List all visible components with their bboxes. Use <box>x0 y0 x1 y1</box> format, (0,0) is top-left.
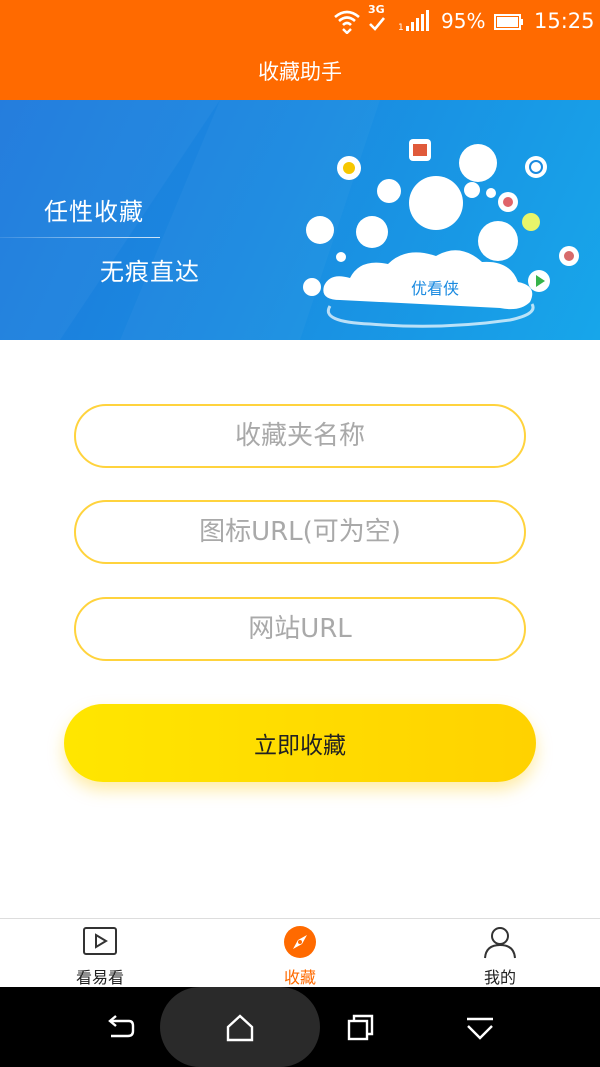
cloud-brand-label: 优看侠 <box>411 279 460 298</box>
tab-profile[interactable]: 我的 <box>400 919 600 989</box>
bookmark-now-button[interactable]: 立即收藏 <box>64 704 536 782</box>
coin-app-icon <box>522 213 540 231</box>
notification-drawer-icon[interactable] <box>463 1011 497 1045</box>
banner-divider <box>0 237 160 238</box>
bubble-icon <box>486 188 496 198</box>
tab-label: 看易看 <box>75 968 124 987</box>
signal-icon: 1 <box>398 10 434 32</box>
website-url-input[interactable] <box>74 597 526 661</box>
avatar-app-icon <box>559 246 579 266</box>
clock-app-icon <box>525 156 547 178</box>
top-bar: 3G 1 95% 15:25 收藏助手 <box>0 0 600 100</box>
icon-url-input[interactable] <box>74 500 526 564</box>
banner-slogan-1: 任性收藏 <box>44 198 144 226</box>
network-type-label: 3G <box>368 3 385 16</box>
system-nav-bar <box>0 987 600 1067</box>
back-icon[interactable] <box>103 1011 137 1045</box>
status-bar: 3G 1 95% 15:25 <box>0 0 600 44</box>
bubble-icon <box>459 144 497 182</box>
tab-label: 收藏 <box>283 968 316 987</box>
bubble-icon <box>377 179 401 203</box>
user-profile-icon <box>482 925 518 959</box>
tab-bookmarks[interactable]: 收藏 <box>200 919 400 989</box>
compass-icon <box>282 925 318 959</box>
recent-apps-icon[interactable] <box>343 1011 377 1045</box>
clock: 15:25 <box>534 9 595 33</box>
home-icon[interactable] <box>223 1011 257 1045</box>
bottom-tab-bar: 看易看 收藏 我的 <box>0 918 600 989</box>
network-3g-icon: 3G <box>368 4 386 32</box>
bubble-icon <box>409 176 463 230</box>
play-video-icon <box>82 925 118 959</box>
tab-watch[interactable]: 看易看 <box>0 919 200 989</box>
bubble-icon <box>464 182 480 198</box>
wifi-icon <box>333 8 361 34</box>
battery-percent: 95% <box>441 9 486 33</box>
tab-label: 我的 <box>483 968 516 987</box>
svg-text:1: 1 <box>398 23 404 32</box>
star-app-icon <box>337 156 361 180</box>
bookmark-name-input[interactable] <box>74 404 526 468</box>
battery-icon <box>494 14 524 30</box>
page-title: 收藏助手 <box>258 60 342 84</box>
promo-banner: 任性收藏 无痕直达 优看侠 <box>0 100 600 340</box>
banner-slogan-2: 无痕直达 <box>100 258 200 286</box>
avatar-app-icon <box>498 192 518 212</box>
news-app-icon <box>409 139 431 161</box>
